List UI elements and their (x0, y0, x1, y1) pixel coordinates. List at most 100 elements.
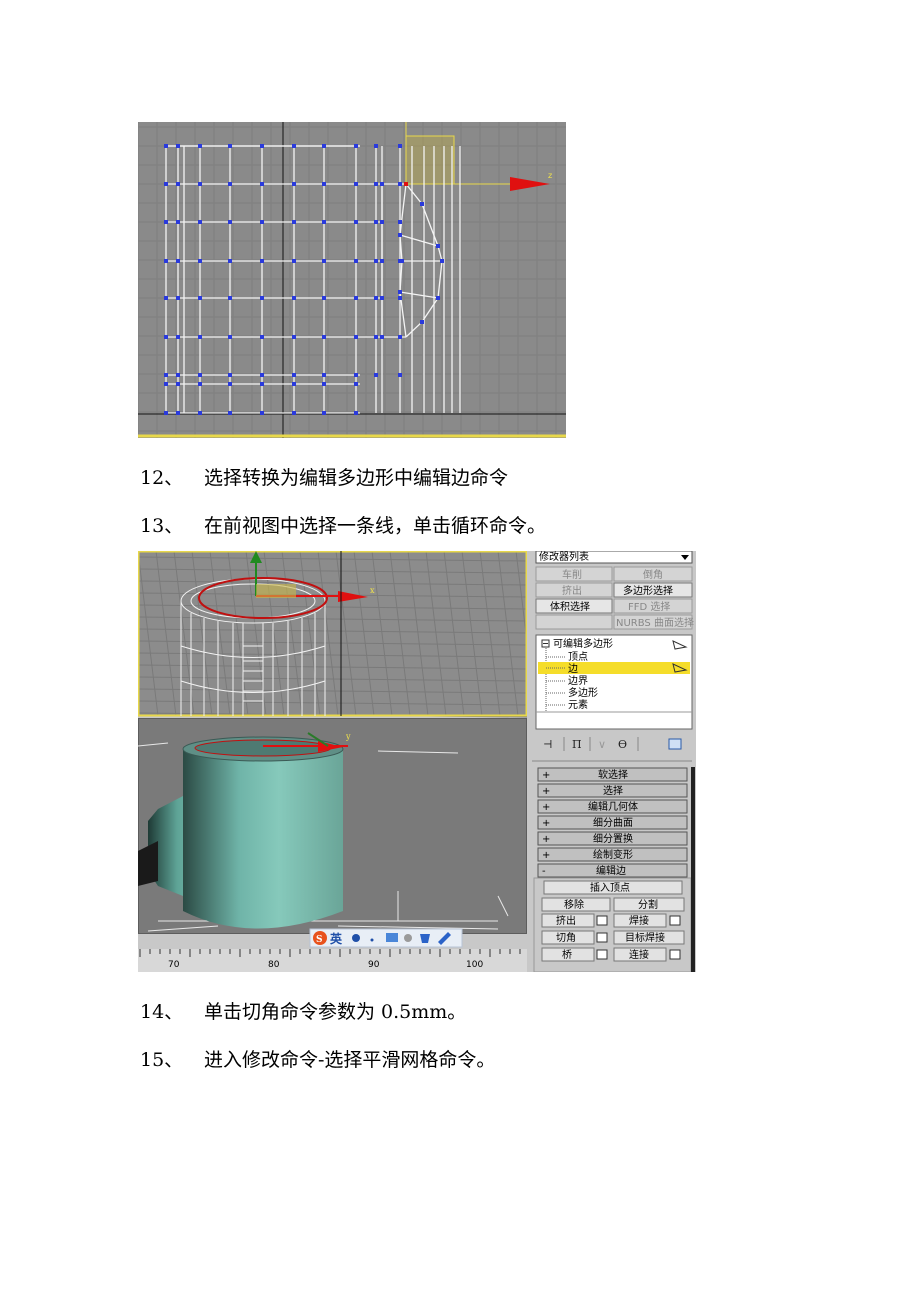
lathe-button[interactable]: 车削 (535, 566, 613, 582)
split-button[interactable]: 分割 (613, 897, 685, 912)
chamfer-settings-icon[interactable] (596, 932, 608, 943)
svg-text:分割: 分割 (638, 898, 658, 911)
modifier-list-dropdown[interactable]: 修改器列表 (535, 551, 693, 564)
svg-text:+: + (542, 786, 550, 797)
pin-stack-icon[interactable]: ⊣ (543, 738, 552, 751)
stack-item-edge[interactable]: 边 (538, 662, 690, 675)
insert-vertex-button[interactable]: 插入顶点 (543, 880, 683, 895)
step-13: 13、 在前视图中选择一条线，单击循环命令。 (140, 511, 546, 538)
command-panel: 修改器列表 车削 倒角 挤出 多边形选择 体积选择 FFD 选择 NURBS 曲… (527, 551, 696, 972)
timeline-ruler[interactable]: 70 80 90 100 (138, 949, 527, 972)
step-text: 在前视图中选择一条线，单击循环命令。 (204, 515, 547, 537)
z-axis-arrow-icon (510, 177, 550, 191)
modifier-stack: 可编辑多边形 顶点 边 边界 多边形 元素 (535, 634, 693, 730)
ruler-tick: 70 (168, 960, 180, 970)
step-15: 15、 进入修改命令-选择平滑网格命令。 (140, 1045, 495, 1072)
svg-text:+: + (542, 770, 550, 781)
svg-text:桥: 桥 (562, 949, 572, 961)
ffd-select-button[interactable]: FFD 选择 (613, 598, 693, 614)
stack-root-label[interactable]: 可编辑多边形 (553, 637, 613, 650)
weld-settings-icon[interactable] (669, 915, 681, 926)
perspective-viewport[interactable]: y (138, 718, 527, 934)
svg-text:切角: 切角 (556, 932, 576, 944)
step-12: 12、 选择转换为编辑多边形中编辑边命令 (140, 463, 508, 490)
bridge-settings-icon[interactable] (596, 949, 608, 960)
rollout-header[interactable]: + 编辑几何体 (537, 799, 688, 814)
step-number: 13、 (140, 515, 184, 537)
svg-text:FFD 选择: FFD 选择 (628, 600, 670, 613)
svg-text:元素: 元素 (568, 698, 588, 711)
step-text: 单击切角命令参数为 0.5mm。 (204, 1001, 467, 1023)
rollout-label: 绘制变形 (593, 848, 633, 861)
edit-edges-header[interactable]: - 编辑边 (537, 863, 688, 878)
chamfer-modifier-button[interactable]: 倒角 (613, 566, 693, 582)
axis-y-label: y (345, 732, 351, 741)
svg-text:焊接: 焊接 (629, 914, 649, 927)
svg-text:插入顶点: 插入顶点 (590, 881, 630, 894)
axis-z-label: z (548, 171, 552, 180)
front-viewport-wireframe: z (138, 122, 566, 438)
weld-button[interactable]: 焊接 (613, 913, 667, 928)
editor-screenshot: x y S 英 70 80 90 100 修改器列表 车削 倒角 挤出 多边形选… (138, 551, 696, 972)
ime-toolbar[interactable]: S 英 (309, 928, 463, 948)
connect-button[interactable]: 连接 (613, 947, 667, 962)
make-unique-icon[interactable]: ∨ (598, 738, 606, 751)
svg-text:顶点: 顶点 (568, 651, 588, 663)
svg-text:挤出: 挤出 (556, 914, 576, 927)
wireframe-canvas: z (138, 122, 566, 438)
svg-text:+: + (542, 834, 550, 845)
step-text: 进入修改命令-选择平滑网格命令。 (204, 1049, 496, 1071)
nurbs-select-button[interactable]: NURBS 曲面选择 (613, 614, 694, 630)
svg-text:移除: 移除 (564, 898, 584, 911)
step-number: 15、 (140, 1049, 184, 1071)
rollout-header[interactable]: + 绘制变形 (537, 847, 688, 862)
moon-icon (352, 934, 360, 942)
rollout-header[interactable]: + 软选择 (537, 767, 688, 782)
axis-x-label: x (370, 586, 375, 595)
rollout-header[interactable]: + 细分置换 (537, 831, 688, 846)
svg-text:多边形: 多边形 (568, 686, 598, 699)
svg-text:边界: 边界 (568, 675, 588, 687)
rollout-label: 选择 (603, 784, 623, 797)
target-weld-button[interactable]: 目标焊接 (613, 930, 685, 945)
panel-scrollbar[interactable] (691, 767, 695, 972)
rollout-label: 细分置换 (593, 832, 633, 845)
remove-modifier-icon[interactable]: ϴ (618, 738, 627, 751)
chamfer-button[interactable]: 切角 (541, 930, 595, 945)
show-end-result-icon[interactable]: Π (572, 738, 582, 751)
svg-text:连接: 连接 (629, 948, 649, 961)
svg-text:挤出: 挤出 (562, 584, 582, 597)
bridge-button[interactable]: 桥 (541, 947, 595, 962)
configure-sets-icon[interactable] (668, 738, 682, 750)
svg-text:-: - (542, 866, 546, 877)
volume-select-button[interactable]: 体积选择 (535, 598, 613, 614)
keyboard-icon (386, 933, 398, 942)
step-text: 选择转换为编辑多边形中编辑边命令 (204, 467, 509, 489)
connect-settings-icon[interactable] (669, 949, 681, 960)
svg-text:修改器列表: 修改器列表 (539, 551, 589, 563)
svg-text:边: 边 (568, 663, 578, 675)
svg-text:车削: 车削 (562, 568, 582, 581)
ruler-tick: 90 (368, 960, 380, 970)
extrude-modifier-button[interactable]: 挤出 (535, 582, 613, 598)
svg-text:+: + (542, 802, 550, 813)
poly-select-button[interactable]: 多边形选择 (613, 582, 693, 598)
edit-edges-rollout: - 编辑边 插入顶点 移除 分割 挤出 焊接 切角 目标焊接 桥 连接 (533, 863, 692, 972)
editor-canvas: x y S 英 70 80 90 100 修改器列表 车削 倒角 挤出 多边形选… (138, 551, 696, 972)
user-icon (404, 934, 412, 942)
cup-body (183, 749, 343, 929)
extrude-button[interactable]: 挤出 (541, 913, 595, 928)
svg-text:+: + (542, 850, 550, 861)
top-viewport[interactable]: x (138, 551, 537, 718)
step-14: 14、 单击切角命令参数为 0.5mm。 (140, 997, 466, 1024)
rollout-label: 细分曲面 (593, 816, 633, 829)
rollout-header[interactable]: + 选择 (537, 783, 688, 798)
extrude-settings-icon[interactable] (596, 915, 608, 926)
punct-icon (370, 938, 374, 942)
remove-button[interactable]: 移除 (541, 897, 611, 912)
step-number: 14、 (140, 1001, 184, 1023)
svg-text:NURBS 曲面选择: NURBS 曲面选择 (616, 616, 694, 629)
svg-text:编辑边: 编辑边 (596, 864, 626, 877)
rollout-header[interactable]: + 细分曲面 (537, 815, 688, 830)
selected-vertex (404, 182, 408, 186)
